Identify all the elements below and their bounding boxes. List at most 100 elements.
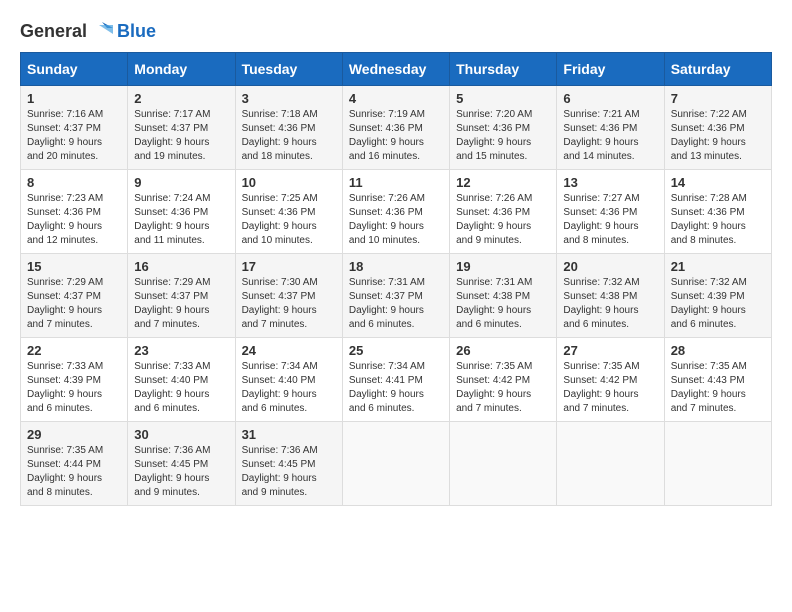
day-number: 7 — [671, 91, 765, 106]
logo-bird-icon — [91, 20, 113, 42]
logo-text-general: General — [20, 21, 87, 42]
day-number: 31 — [242, 427, 336, 442]
calendar-day-cell: 25 Sunrise: 7:34 AMSunset: 4:41 PMDaylig… — [342, 338, 449, 422]
day-number: 12 — [456, 175, 550, 190]
calendar-week-row: 8 Sunrise: 7:23 AMSunset: 4:36 PMDayligh… — [21, 170, 772, 254]
day-number: 21 — [671, 259, 765, 274]
day-info: Sunrise: 7:30 AMSunset: 4:37 PMDaylight:… — [242, 276, 336, 332]
day-info: Sunrise: 7:28 AMSunset: 4:36 PMDaylight:… — [671, 192, 765, 248]
calendar-day-cell: 22 Sunrise: 7:33 AMSunset: 4:39 PMDaylig… — [21, 338, 128, 422]
calendar-day-cell: 2 Sunrise: 7:17 AMSunset: 4:37 PMDayligh… — [128, 86, 235, 170]
day-info: Sunrise: 7:16 AMSunset: 4:37 PMDaylight:… — [27, 108, 121, 164]
day-number: 28 — [671, 343, 765, 358]
day-info: Sunrise: 7:34 AMSunset: 4:41 PMDaylight:… — [349, 360, 443, 416]
day-number: 3 — [242, 91, 336, 106]
calendar-day-cell: 21 Sunrise: 7:32 AMSunset: 4:39 PMDaylig… — [664, 254, 771, 338]
day-info: Sunrise: 7:24 AMSunset: 4:36 PMDaylight:… — [134, 192, 228, 248]
day-info: Sunrise: 7:31 AMSunset: 4:37 PMDaylight:… — [349, 276, 443, 332]
day-number: 20 — [563, 259, 657, 274]
day-number: 5 — [456, 91, 550, 106]
day-info: Sunrise: 7:26 AMSunset: 4:36 PMDaylight:… — [456, 192, 550, 248]
day-info: Sunrise: 7:31 AMSunset: 4:38 PMDaylight:… — [456, 276, 550, 332]
calendar-day-cell: 8 Sunrise: 7:23 AMSunset: 4:36 PMDayligh… — [21, 170, 128, 254]
day-info: Sunrise: 7:20 AMSunset: 4:36 PMDaylight:… — [456, 108, 550, 164]
day-number: 18 — [349, 259, 443, 274]
calendar-day-cell: 11 Sunrise: 7:26 AMSunset: 4:36 PMDaylig… — [342, 170, 449, 254]
day-info: Sunrise: 7:25 AMSunset: 4:36 PMDaylight:… — [242, 192, 336, 248]
day-number: 6 — [563, 91, 657, 106]
calendar-day-cell: 23 Sunrise: 7:33 AMSunset: 4:40 PMDaylig… — [128, 338, 235, 422]
weekday-header: Sunday — [21, 53, 128, 86]
calendar-day-cell — [342, 422, 449, 506]
day-info: Sunrise: 7:19 AMSunset: 4:36 PMDaylight:… — [349, 108, 443, 164]
day-number: 27 — [563, 343, 657, 358]
day-info: Sunrise: 7:32 AMSunset: 4:39 PMDaylight:… — [671, 276, 765, 332]
calendar-day-cell — [664, 422, 771, 506]
day-info: Sunrise: 7:33 AMSunset: 4:39 PMDaylight:… — [27, 360, 121, 416]
day-number: 24 — [242, 343, 336, 358]
header: General Blue — [20, 20, 772, 42]
day-number: 17 — [242, 259, 336, 274]
calendar-table: SundayMondayTuesdayWednesdayThursdayFrid… — [20, 52, 772, 506]
calendar-week-row: 29 Sunrise: 7:35 AMSunset: 4:44 PMDaylig… — [21, 422, 772, 506]
calendar-day-cell: 10 Sunrise: 7:25 AMSunset: 4:36 PMDaylig… — [235, 170, 342, 254]
calendar-day-cell: 29 Sunrise: 7:35 AMSunset: 4:44 PMDaylig… — [21, 422, 128, 506]
day-number: 14 — [671, 175, 765, 190]
day-number: 13 — [563, 175, 657, 190]
day-number: 19 — [456, 259, 550, 274]
day-number: 30 — [134, 427, 228, 442]
calendar-day-cell: 6 Sunrise: 7:21 AMSunset: 4:36 PMDayligh… — [557, 86, 664, 170]
calendar-day-cell: 5 Sunrise: 7:20 AMSunset: 4:36 PMDayligh… — [450, 86, 557, 170]
calendar-header-row: SundayMondayTuesdayWednesdayThursdayFrid… — [21, 53, 772, 86]
calendar-day-cell: 13 Sunrise: 7:27 AMSunset: 4:36 PMDaylig… — [557, 170, 664, 254]
day-info: Sunrise: 7:29 AMSunset: 4:37 PMDaylight:… — [27, 276, 121, 332]
day-number: 15 — [27, 259, 121, 274]
calendar-day-cell: 28 Sunrise: 7:35 AMSunset: 4:43 PMDaylig… — [664, 338, 771, 422]
day-info: Sunrise: 7:36 AMSunset: 4:45 PMDaylight:… — [242, 444, 336, 500]
day-number: 4 — [349, 91, 443, 106]
day-info: Sunrise: 7:17 AMSunset: 4:37 PMDaylight:… — [134, 108, 228, 164]
day-info: Sunrise: 7:29 AMSunset: 4:37 PMDaylight:… — [134, 276, 228, 332]
weekday-header: Wednesday — [342, 53, 449, 86]
day-number: 26 — [456, 343, 550, 358]
calendar-day-cell: 16 Sunrise: 7:29 AMSunset: 4:37 PMDaylig… — [128, 254, 235, 338]
day-info: Sunrise: 7:35 AMSunset: 4:42 PMDaylight:… — [456, 360, 550, 416]
calendar-day-cell: 1 Sunrise: 7:16 AMSunset: 4:37 PMDayligh… — [21, 86, 128, 170]
day-info: Sunrise: 7:26 AMSunset: 4:36 PMDaylight:… — [349, 192, 443, 248]
day-info: Sunrise: 7:18 AMSunset: 4:36 PMDaylight:… — [242, 108, 336, 164]
weekday-header: Saturday — [664, 53, 771, 86]
day-info: Sunrise: 7:35 AMSunset: 4:43 PMDaylight:… — [671, 360, 765, 416]
calendar-day-cell — [557, 422, 664, 506]
day-info: Sunrise: 7:36 AMSunset: 4:45 PMDaylight:… — [134, 444, 228, 500]
calendar-week-row: 22 Sunrise: 7:33 AMSunset: 4:39 PMDaylig… — [21, 338, 772, 422]
day-info: Sunrise: 7:34 AMSunset: 4:40 PMDaylight:… — [242, 360, 336, 416]
calendar-day-cell: 27 Sunrise: 7:35 AMSunset: 4:42 PMDaylig… — [557, 338, 664, 422]
day-number: 2 — [134, 91, 228, 106]
calendar-day-cell — [450, 422, 557, 506]
logo: General Blue — [20, 20, 156, 42]
day-number: 16 — [134, 259, 228, 274]
day-info: Sunrise: 7:35 AMSunset: 4:44 PMDaylight:… — [27, 444, 121, 500]
day-number: 23 — [134, 343, 228, 358]
day-number: 1 — [27, 91, 121, 106]
calendar-day-cell: 18 Sunrise: 7:31 AMSunset: 4:37 PMDaylig… — [342, 254, 449, 338]
day-info: Sunrise: 7:27 AMSunset: 4:36 PMDaylight:… — [563, 192, 657, 248]
day-info: Sunrise: 7:33 AMSunset: 4:40 PMDaylight:… — [134, 360, 228, 416]
day-number: 10 — [242, 175, 336, 190]
calendar-day-cell: 14 Sunrise: 7:28 AMSunset: 4:36 PMDaylig… — [664, 170, 771, 254]
calendar-day-cell: 15 Sunrise: 7:29 AMSunset: 4:37 PMDaylig… — [21, 254, 128, 338]
calendar-day-cell: 20 Sunrise: 7:32 AMSunset: 4:38 PMDaylig… — [557, 254, 664, 338]
day-info: Sunrise: 7:21 AMSunset: 4:36 PMDaylight:… — [563, 108, 657, 164]
calendar-day-cell: 9 Sunrise: 7:24 AMSunset: 4:36 PMDayligh… — [128, 170, 235, 254]
day-number: 25 — [349, 343, 443, 358]
calendar-day-cell: 26 Sunrise: 7:35 AMSunset: 4:42 PMDaylig… — [450, 338, 557, 422]
logo-text-blue: Blue — [117, 21, 156, 42]
calendar-day-cell: 24 Sunrise: 7:34 AMSunset: 4:40 PMDaylig… — [235, 338, 342, 422]
day-info: Sunrise: 7:35 AMSunset: 4:42 PMDaylight:… — [563, 360, 657, 416]
calendar-day-cell: 7 Sunrise: 7:22 AMSunset: 4:36 PMDayligh… — [664, 86, 771, 170]
day-info: Sunrise: 7:22 AMSunset: 4:36 PMDaylight:… — [671, 108, 765, 164]
calendar-day-cell: 30 Sunrise: 7:36 AMSunset: 4:45 PMDaylig… — [128, 422, 235, 506]
weekday-header: Monday — [128, 53, 235, 86]
calendar-week-row: 15 Sunrise: 7:29 AMSunset: 4:37 PMDaylig… — [21, 254, 772, 338]
day-number: 11 — [349, 175, 443, 190]
